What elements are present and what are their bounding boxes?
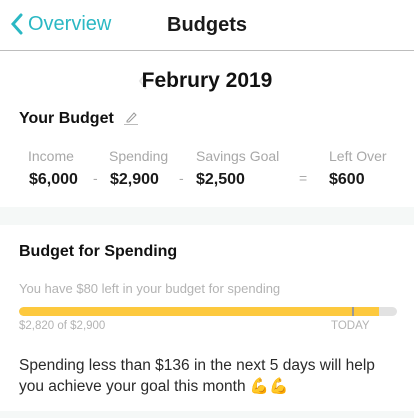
income-label: Income bbox=[28, 148, 74, 164]
nav-header: Overview Budgets bbox=[0, 0, 414, 51]
today-label: TODAY bbox=[331, 320, 370, 332]
spending-label: Spending bbox=[109, 148, 169, 164]
page-title: Budgets bbox=[167, 14, 247, 36]
spending-message: Spending less than $136 in the next 5 da… bbox=[19, 357, 375, 395]
month-title: Februry 2019 bbox=[141, 69, 273, 92]
amount-label: $2,820 of $2,900 bbox=[19, 320, 106, 332]
section-divider bbox=[0, 207, 414, 225]
left-over-value: $600 bbox=[329, 171, 365, 188]
your-budget-title: Your Budget bbox=[19, 110, 114, 127]
savings-goal-value: $2,500 bbox=[196, 171, 245, 188]
equals-operator: = bbox=[299, 170, 308, 186]
minus-operator: - bbox=[179, 170, 184, 186]
budget-for-spending-title: Budget for Spending bbox=[19, 243, 178, 260]
section-divider bbox=[0, 411, 414, 418]
left-over-label: Left Over bbox=[329, 148, 387, 164]
spending-progress-bar bbox=[19, 307, 397, 316]
edit-budget-button[interactable] bbox=[123, 110, 139, 131]
pencil-icon bbox=[124, 112, 138, 125]
income-value: $6,000 bbox=[29, 171, 78, 188]
today-marker bbox=[351, 307, 354, 316]
progress-fill bbox=[19, 307, 380, 316]
spending-subtitle: You have $80 left in your budget for spe… bbox=[19, 281, 281, 296]
minus-operator: - bbox=[93, 170, 98, 186]
spending-value: $2,900 bbox=[110, 171, 159, 188]
savings-goal-label: Savings Goal bbox=[196, 148, 280, 164]
